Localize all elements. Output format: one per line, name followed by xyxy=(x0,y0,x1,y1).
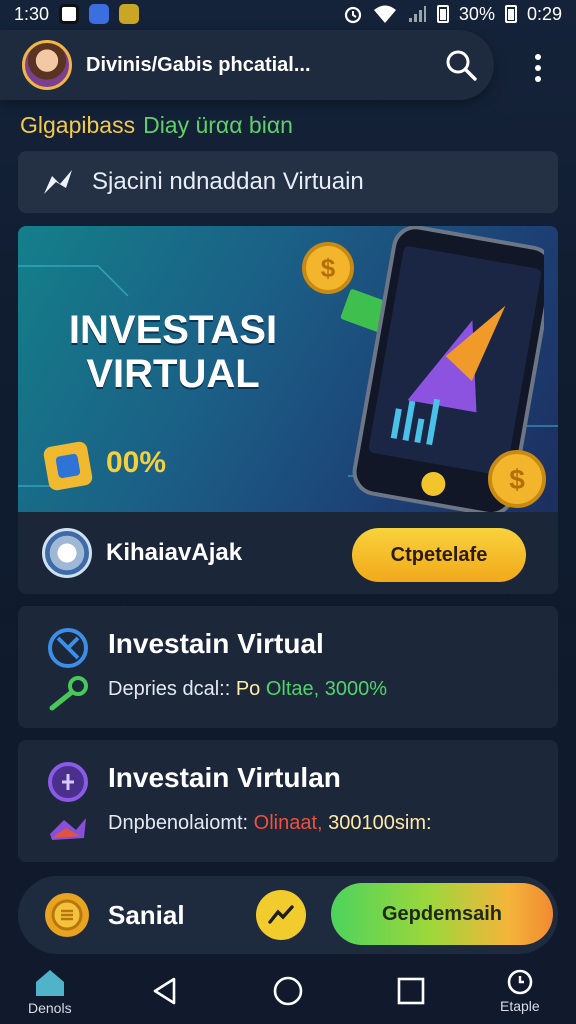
app-header: Divinis/Gabis phcatial... xyxy=(0,30,494,100)
clock-icon xyxy=(507,969,533,995)
battery-icon xyxy=(436,5,449,23)
battery-icon xyxy=(504,5,517,23)
card-sub-value: Olinaat, xyxy=(253,812,323,834)
nav-right-label: Etaple xyxy=(500,998,540,1014)
wifi-icon xyxy=(373,5,396,23)
svg-text:$: $ xyxy=(509,464,525,495)
coin-badge-icon xyxy=(48,762,88,802)
signal-icon xyxy=(408,6,426,22)
card-sub-label: Depries dcal:: xyxy=(108,678,231,700)
rocket-icon xyxy=(44,170,72,194)
bottom-bar-label: Sanial xyxy=(108,900,185,930)
promo-button[interactable]: Ctpetelafe xyxy=(352,528,526,582)
hero-title-line1: INVESTASI xyxy=(68,308,278,352)
search-icon[interactable] xyxy=(444,48,478,82)
subtitle: Glgapibass Diay ürαα biαn xyxy=(20,112,293,139)
card-sub-value: 3000% xyxy=(324,678,388,700)
card-title: Investain Virtulan xyxy=(108,762,341,793)
card-sub-label: Dnpbenolaiomt: xyxy=(108,812,249,834)
card-title: Investain Virtual xyxy=(108,628,324,659)
nav-right[interactable]: Etaple xyxy=(500,968,540,1014)
subtitle-part2: Diay ürαα biαn xyxy=(143,112,293,138)
card-sub-value: Po xyxy=(235,678,261,700)
chart-icon xyxy=(50,818,86,840)
cta-button[interactable]: Gepdemsaih xyxy=(331,883,553,945)
more-options-icon[interactable] xyxy=(526,50,550,86)
coupon-icon xyxy=(42,440,94,492)
gear-coin-icon xyxy=(45,893,89,937)
hero-title-line2: VIRTUAL xyxy=(86,352,260,396)
avatar[interactable] xyxy=(22,40,72,90)
promo-label: KihaiavAjak xyxy=(106,539,243,566)
svg-text:$: $ xyxy=(321,253,336,283)
trend-icon xyxy=(268,905,294,924)
alarm-icon xyxy=(344,6,362,24)
card-subtitle: Depries dcal:: Po Oltae, 3000% xyxy=(108,678,387,701)
notification-app-icon xyxy=(89,4,110,24)
back-icon[interactable] xyxy=(150,976,180,1006)
notification-app-icon xyxy=(59,4,80,24)
notification-app-icon xyxy=(119,4,140,24)
nav-home-label: Denols xyxy=(28,1000,72,1016)
status-bar: 1:30 30% 0:29 xyxy=(0,0,576,28)
bottom-action-bar: Sanial Gepdemsaih xyxy=(18,876,558,954)
promo-row: KihaiavAjak Ctpetelafe xyxy=(18,512,558,594)
nav-home[interactable]: Denols xyxy=(28,968,72,1016)
search-input[interactable]: Sjacini ndnaddan Virtuain xyxy=(18,151,558,213)
home-circle-icon[interactable] xyxy=(272,975,304,1007)
status-time: 1:30 xyxy=(14,3,50,24)
trend-button[interactable] xyxy=(256,890,306,940)
hero-title: INVESTASI VIRTUAL xyxy=(68,308,278,396)
battery-percent: 30% xyxy=(458,3,495,24)
compass-icon xyxy=(48,628,88,668)
hero-banner[interactable]: INVESTASI VIRTUAL 00% $ $ xyxy=(18,226,558,512)
card-subtitle: Dnpbenolaiomt: Olinaat, 300100sim: xyxy=(108,812,432,835)
investment-card[interactable]: Investain Virtulan Dnpbenolaiomt: Olinaa… xyxy=(18,740,558,862)
search-text: Sjacini ndnaddan Virtuain xyxy=(92,168,364,195)
coin-icon: $ xyxy=(488,450,546,508)
investment-card[interactable]: Investain Virtual Depries dcal:: Po Olta… xyxy=(18,606,558,728)
status-clock: 0:29 xyxy=(526,3,562,24)
page-title: Divinis/Gabis phcatial... xyxy=(86,53,311,76)
card-sub-value: 300100sim: xyxy=(328,812,432,834)
card-sub-value: Oltae, xyxy=(265,678,320,700)
home-icon xyxy=(35,970,64,996)
brand-badge-icon xyxy=(42,528,92,578)
system-nav-bar: Denols Etaple xyxy=(0,962,576,1024)
hero-percent: 00% xyxy=(106,446,167,479)
key-icon xyxy=(49,676,88,711)
subtitle-part1: Glgapibass xyxy=(20,112,136,138)
recents-icon[interactable] xyxy=(396,976,426,1006)
